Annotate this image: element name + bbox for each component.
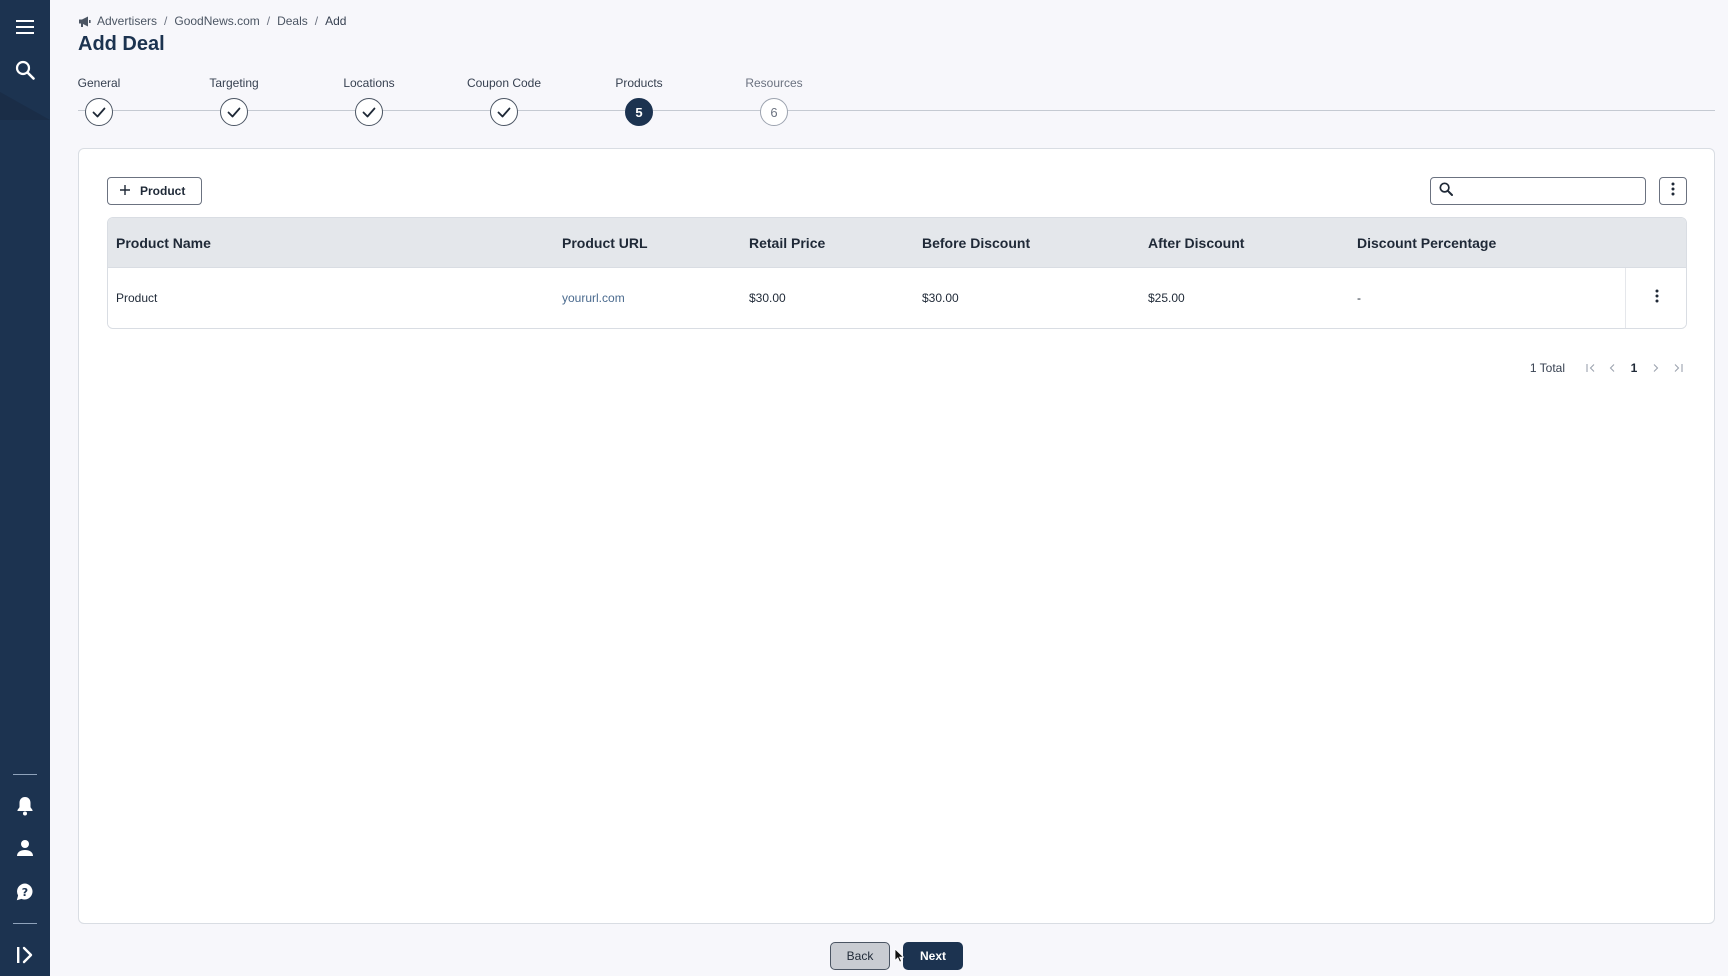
sidebar: ? (0, 0, 50, 976)
page-title: Add Deal (78, 33, 165, 55)
column-header-before-discount[interactable]: Before Discount (922, 218, 1030, 268)
cell-discount-percentage: - (1357, 291, 1361, 305)
last-page-icon[interactable] (1667, 361, 1689, 375)
table-row[interactable]: Product yoururl.com $30.00 $30.00 $25.00… (108, 268, 1686, 328)
mouse-cursor-icon (894, 948, 905, 968)
step-label: Coupon Code (466, 76, 542, 90)
more-vertical-icon (1671, 182, 1675, 201)
check-icon (85, 98, 113, 126)
cell-retail-price: $30.00 (749, 291, 786, 305)
pagination-total: 1 Total (1529, 361, 1565, 375)
first-page-icon[interactable] (1579, 361, 1601, 375)
breadcrumb-current: Add (325, 14, 347, 28)
sidebar-divider (13, 774, 37, 775)
menu-icon[interactable] (0, 9, 50, 45)
step-number: 5 (625, 98, 653, 126)
breadcrumb-advertisers[interactable]: Advertisers (97, 14, 157, 28)
step-coupon-code[interactable]: Coupon Code (444, 75, 564, 126)
megaphone-icon (78, 16, 91, 27)
plus-icon (120, 184, 130, 198)
breadcrumb-advertiser[interactable]: GoodNews.com (174, 14, 259, 28)
expand-sidebar-icon[interactable] (0, 937, 50, 973)
search-icon (1439, 181, 1453, 201)
breadcrumb-separator: / (164, 14, 168, 28)
help-icon[interactable]: ? (0, 874, 50, 910)
page-number[interactable]: 1 (1623, 361, 1645, 375)
step-number: 6 (760, 98, 788, 126)
cell-before-discount: $30.00 (922, 291, 959, 305)
breadcrumb-separator: / (314, 14, 319, 28)
svg-text:?: ? (22, 886, 28, 899)
add-product-button[interactable]: Product (107, 177, 203, 205)
search-field[interactable] (1430, 177, 1646, 205)
more-vertical-icon (1655, 289, 1659, 308)
pagination: 1 Total 1 (1419, 358, 1689, 378)
breadcrumb-deals[interactable]: Deals (277, 14, 308, 28)
cell-after-discount: $25.00 (1148, 291, 1185, 305)
column-header-after-discount[interactable]: After Discount (1148, 218, 1244, 268)
breadcrumb-separator: / (266, 14, 271, 28)
step-locations[interactable]: Locations (309, 75, 429, 126)
row-actions-button[interactable] (1625, 268, 1686, 328)
next-button[interactable]: Next (903, 942, 963, 970)
step-label: General (77, 76, 121, 90)
step-label: Resources (745, 76, 803, 90)
search-input[interactable] (1459, 179, 1645, 203)
step-targeting[interactable]: Targeting (174, 75, 294, 126)
breadcrumb: Advertisers / GoodNews.com / Deals / Add (78, 13, 346, 29)
column-header-product-url[interactable]: Product URL (562, 218, 648, 268)
products-card: Product Product Name Product URL Retail … (78, 148, 1715, 924)
table-header: Product Name Product URL Retail Price Be… (108, 218, 1686, 268)
check-icon (490, 98, 518, 126)
add-product-label: Product (140, 184, 186, 198)
column-header-discount-percentage[interactable]: Discount Percentage (1357, 218, 1496, 268)
step-label: Locations (343, 76, 395, 90)
previous-page-icon[interactable] (1601, 361, 1623, 375)
check-icon (355, 98, 383, 126)
step-label: Targeting (209, 76, 259, 90)
column-header-product-name[interactable]: Product Name (116, 218, 211, 268)
bell-icon[interactable] (0, 788, 50, 824)
table-options-button[interactable] (1659, 177, 1687, 205)
user-icon[interactable] (0, 830, 50, 866)
cell-product-name: Product (116, 291, 158, 305)
step-products[interactable]: Products 5 (579, 75, 699, 126)
check-icon (220, 98, 248, 126)
step-general[interactable]: General (39, 75, 159, 126)
cell-product-url[interactable]: yoururl.com (562, 268, 625, 328)
products-table: Product Name Product URL Retail Price Be… (107, 217, 1687, 329)
step-resources[interactable]: Resources 6 (714, 75, 834, 126)
sidebar-divider (13, 923, 37, 924)
step-label: Products (615, 76, 663, 90)
back-button[interactable]: Back (830, 942, 890, 970)
column-header-retail-price[interactable]: Retail Price (749, 218, 825, 268)
next-page-icon[interactable] (1645, 361, 1667, 375)
